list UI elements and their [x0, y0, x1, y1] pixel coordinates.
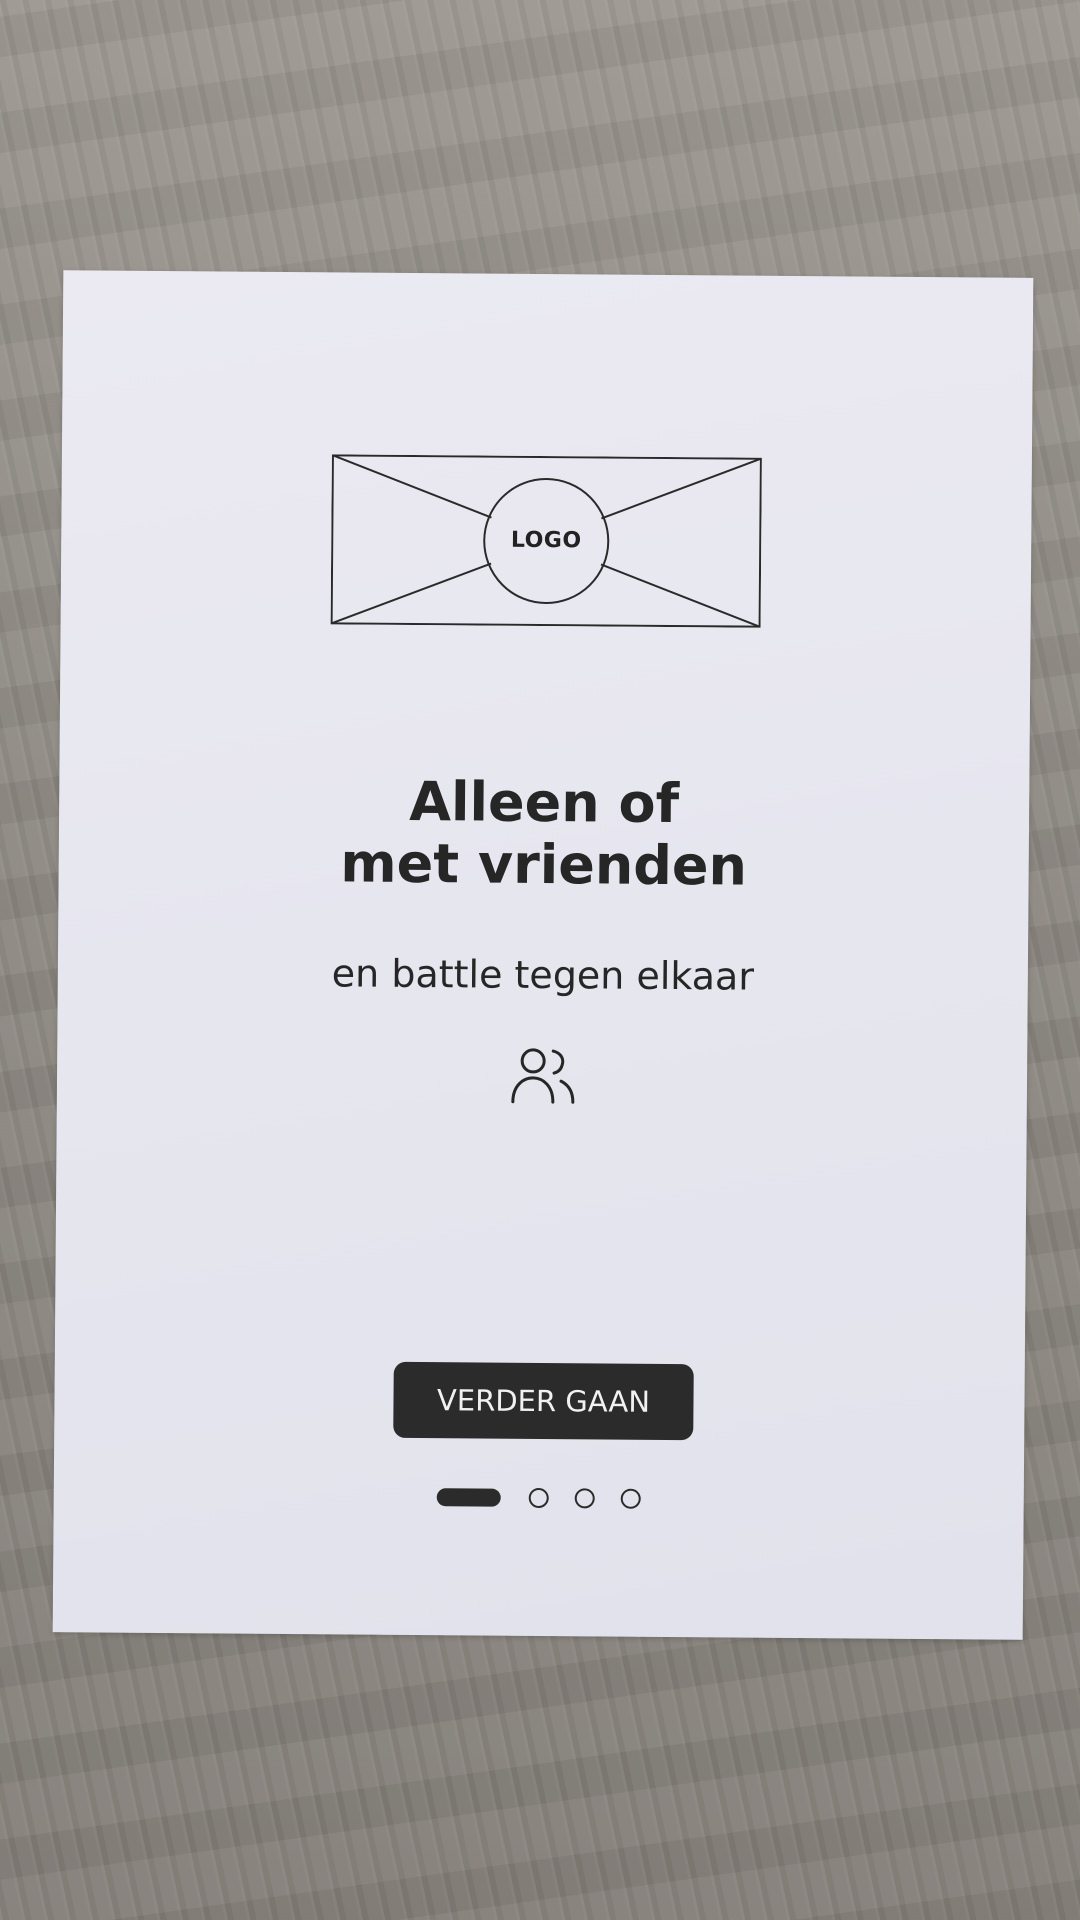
users-icon [509, 1044, 580, 1109]
logo-placeholder: LOGO [330, 454, 762, 628]
onboarding-screen: LOGO Alleen of met vrienden en battle te… [52, 270, 1034, 1640]
logo-label: LOGO [510, 527, 582, 554]
page-indicator-dot[interactable] [620, 1488, 641, 1509]
page-indicator-dot[interactable] [574, 1488, 595, 1509]
page-indicator-active[interactable] [436, 1488, 501, 1507]
page-indicator-dot[interactable] [528, 1487, 549, 1509]
page-title-line-1: Alleen of [409, 769, 680, 836]
page-title: Alleen of met vrienden [58, 768, 1029, 900]
continue-button[interactable]: VERDER GAAN [393, 1361, 694, 1441]
page-indicator [436, 1486, 657, 1512]
page-title-line-2: met vrienden [340, 831, 748, 898]
page-subtitle: en battle tegen elkaar [331, 951, 755, 999]
